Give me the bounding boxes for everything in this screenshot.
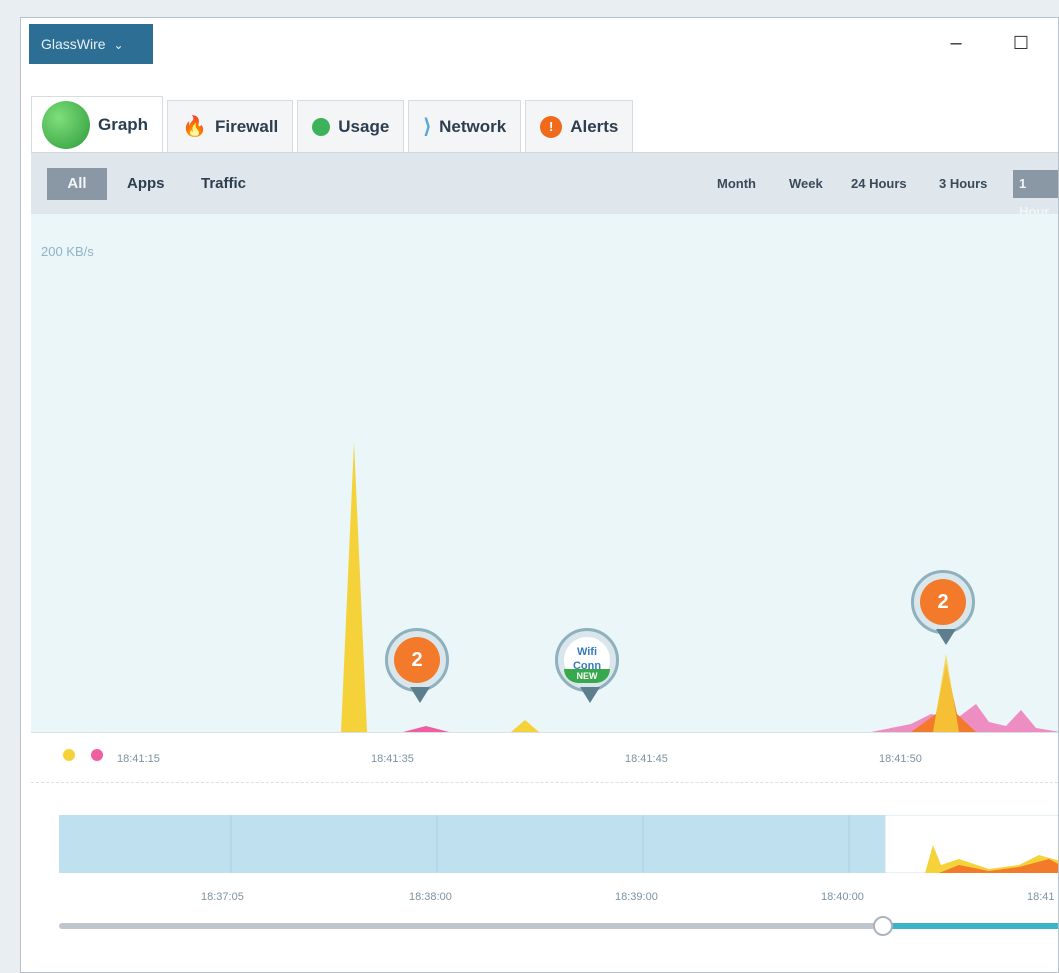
- overview-chart: [59, 815, 1058, 873]
- tab-alerts[interactable]: ! Alerts: [525, 100, 634, 152]
- tab-graph[interactable]: Graph: [31, 96, 164, 152]
- timeline-slider-track[interactable]: [59, 923, 883, 929]
- timeline-overview[interactable]: 18:37:05 18:38:00 18:39:00 18:40:00 18:4…: [31, 782, 1058, 972]
- alert-icon: !: [540, 115, 563, 138]
- app-menu-button[interactable]: GlassWire ⌄: [29, 24, 153, 64]
- new-badge: NEW: [564, 669, 610, 683]
- marker-pin-tail: [410, 687, 430, 703]
- overview-tick: 18:41: [1027, 891, 1055, 903]
- title-bar: GlassWire ⌄ – ☐: [21, 18, 1058, 78]
- tab-firewall[interactable]: 🔥 Firewall: [167, 100, 294, 152]
- range-week-button[interactable]: Week: [789, 170, 823, 198]
- filter-apps-button[interactable]: Apps: [115, 168, 177, 200]
- overview-tick: 18:39:00: [615, 891, 658, 903]
- timeline-slider-fill: [883, 923, 1058, 929]
- minimize-button[interactable]: –: [941, 28, 971, 58]
- tab-network-label: Network: [439, 116, 507, 136]
- graph-icon: [42, 100, 90, 149]
- overview-tick: 18:40:00: [821, 891, 864, 903]
- range-24hours-button[interactable]: 24 Hours: [851, 170, 907, 198]
- incoming-spike: [341, 442, 367, 732]
- tab-usage[interactable]: Usage: [297, 100, 405, 152]
- tab-firewall-label: Firewall: [214, 116, 279, 136]
- marker-pin-tail: [936, 629, 956, 645]
- network-icon: ⟩: [423, 116, 432, 138]
- timeline-slider-handle[interactable]: [873, 916, 893, 936]
- alert-marker[interactable]: 2: [911, 570, 975, 645]
- app-window: GlassWire ⌄ – ☐ Graph 🔥 Firewall Usage ⟩…: [20, 17, 1059, 973]
- traffic-graph[interactable]: 200 KB/s 2 Wifi Conn NEW 2: [31, 214, 1058, 732]
- time-tick: 18:41:50: [879, 753, 922, 765]
- time-tick: 18:41:45: [625, 753, 668, 765]
- usage-icon: [312, 117, 331, 136]
- overview-tick: 18:37:05: [201, 891, 244, 903]
- maximize-button[interactable]: ☐: [1006, 28, 1036, 58]
- filter-all-button[interactable]: All: [47, 168, 107, 200]
- overview-past-range: [59, 815, 885, 873]
- alert-marker[interactable]: 2: [385, 628, 449, 703]
- filter-traffic-button[interactable]: Traffic: [189, 168, 258, 200]
- time-tick: 18:41:35: [371, 753, 414, 765]
- range-3hours-button[interactable]: 3 Hours: [939, 170, 987, 198]
- range-month-button[interactable]: Month: [717, 170, 756, 198]
- tab-graph-label: Graph: [98, 114, 149, 134]
- app-event-line1: Wifi: [576, 646, 598, 658]
- traffic-graph-plot: [341, 442, 1058, 732]
- incoming-legend-icon[interactable]: [63, 749, 75, 761]
- tab-alerts-label: Alerts: [570, 116, 619, 136]
- chevron-down-icon: ⌄: [113, 38, 124, 52]
- filter-bar: All Apps Traffic Month Week 24 Hours 3 H…: [31, 152, 1058, 219]
- time-tick: 18:41:15: [117, 753, 160, 765]
- overview-tick: 18:38:00: [409, 891, 452, 903]
- app-event-marker[interactable]: Wifi Conn NEW: [555, 628, 619, 703]
- incoming-blip: [511, 720, 539, 732]
- main-tabs: Graph 🔥 Firewall Usage ⟩ Network ! Alert…: [31, 96, 637, 152]
- tab-network[interactable]: ⟩ Network: [408, 100, 522, 152]
- app-name: GlassWire: [41, 36, 106, 52]
- app-event-badge: Wifi Conn NEW: [564, 637, 610, 683]
- incoming-peak: [933, 654, 959, 732]
- alert-count: 2: [394, 637, 440, 683]
- tab-usage-label: Usage: [338, 116, 390, 136]
- time-axis: 18:41:15 18:41:35 18:41:45 18:41:50: [31, 732, 1058, 783]
- flame-icon: 🔥: [182, 116, 207, 138]
- alert-count: 2: [920, 579, 966, 625]
- outgoing-legend-icon[interactable]: [91, 749, 103, 761]
- range-1hour-button[interactable]: 1 Hour: [1013, 170, 1058, 219]
- marker-pin-tail: [580, 687, 600, 703]
